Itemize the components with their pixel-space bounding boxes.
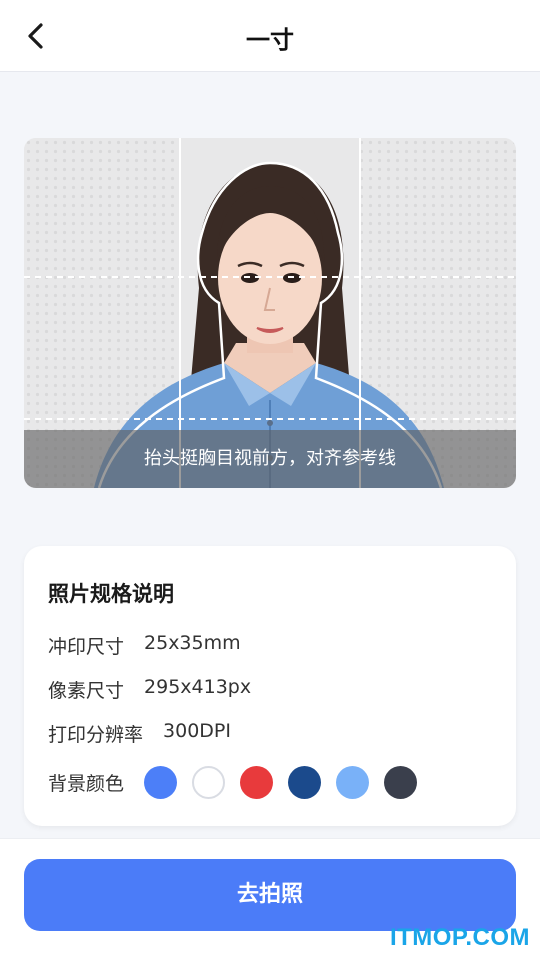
bg-color-options [144,766,432,799]
photo-preview: 抬头挺胸目视前方，对齐参考线 [24,138,516,488]
pixel-size-label: 像素尺寸 [48,680,125,702]
header: 一寸 [0,0,540,72]
bg-color-option-2[interactable] [192,766,226,799]
watermark-logo: ITMOP.COM [389,924,530,951]
bg-color-option-1[interactable] [144,766,178,799]
bg-color-option-4[interactable] [288,766,322,799]
dpi-value: 300DPI [163,720,231,742]
bg-color-option-3[interactable] [240,766,274,799]
print-size-value: 25x35mm [144,632,241,654]
print-size-row: 冲印尺寸 25x35mm [48,632,241,659]
alignment-hint: 抬头挺胸目视前方，对齐参考线 [24,430,516,488]
bg-color-label: 背景颜色 [48,773,125,795]
take-photo-button[interactable]: 去拍照 [24,859,516,931]
spec-title: 照片规格说明 [48,582,174,606]
app-root: 一寸 抬头挺胸目视前方，对齐参考线 照片规格说明 冲印尺寸 25x35mm 像素… [0,0,540,960]
print-size-label: 冲印尺寸 [48,636,125,658]
spec-card: 照片规格说明 冲印尺寸 25x35mm 像素尺寸 295x413px 打印分辨率… [24,546,516,826]
dpi-row: 打印分辨率 300DPI [48,720,231,747]
bg-color-option-6[interactable] [384,766,418,799]
bottom-bar: 去拍照 ITMOP.COM [0,838,540,960]
bg-color-row: 背景颜色 [48,766,432,799]
bg-color-option-5[interactable] [336,766,370,799]
pixel-size-value: 295x413px [144,676,252,698]
dpi-label: 打印分辨率 [48,724,144,746]
page-title: 一寸 [246,26,294,54]
pixel-size-row: 像素尺寸 295x413px [48,676,251,703]
